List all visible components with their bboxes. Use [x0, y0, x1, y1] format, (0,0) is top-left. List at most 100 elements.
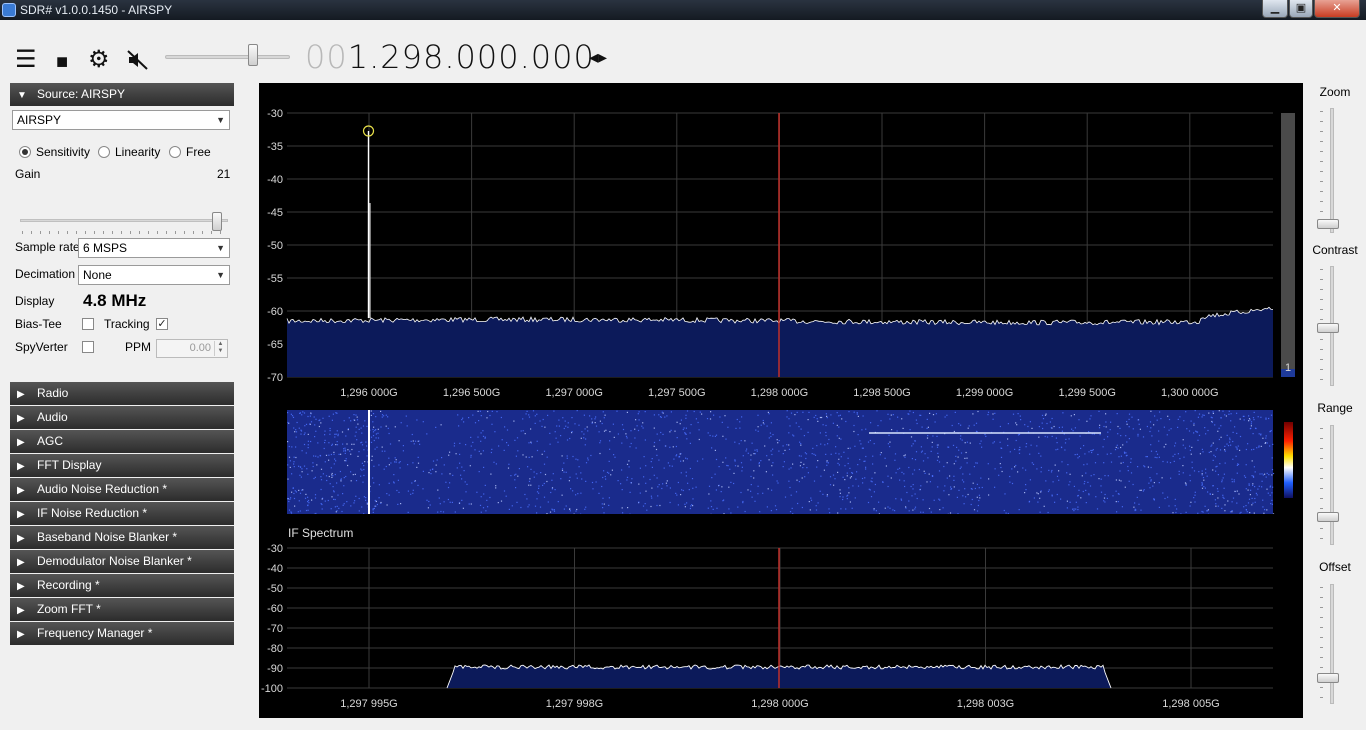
- volume-slider-thumb[interactable]: [248, 44, 258, 66]
- waterfall-noise-dot: [814, 454, 817, 456]
- waterfall-noise-dot: [500, 416, 502, 419]
- waterfall-noise-dot: [1007, 423, 1009, 425]
- waterfall-noise-dot: [1051, 417, 1053, 420]
- minimize-button[interactable]: ▁: [1262, 0, 1288, 18]
- section-header-baseband-noise-blanker[interactable]: ▶ Baseband Noise Blanker *: [10, 526, 234, 549]
- gear-icon[interactable]: ⚙: [88, 48, 110, 72]
- waterfall-noise-dot: [772, 474, 774, 476]
- frequency-step-arrows[interactable]: ◂▸: [589, 47, 607, 68]
- waterfall-noise-dot: [328, 415, 330, 417]
- waterfall-noise-dot: [829, 476, 832, 478]
- waterfall-noise-dot: [825, 413, 827, 415]
- waterfall-noise-dot: [547, 501, 549, 503]
- speaker-mute-icon[interactable]: [126, 48, 150, 77]
- tracking-checkbox[interactable]: ✓: [156, 318, 168, 330]
- frequency-leading-digits[interactable]: 00: [305, 38, 348, 76]
- waterfall-noise-dot: [1211, 444, 1213, 446]
- frequency-display[interactable]: 001.298.000.000: [305, 38, 595, 76]
- waterfall-noise-dot: [307, 415, 309, 418]
- offset-slider-track[interactable]: [1330, 584, 1334, 704]
- waterfall-noise-dot: [653, 445, 655, 447]
- if-spectrum-plot[interactable]: IF Spectrum-30-40-50-60-70-80-90-1001,29…: [259, 518, 1303, 718]
- bias-tee-checkbox[interactable]: [82, 318, 94, 330]
- ppm-spinner[interactable]: ▲ ▼: [214, 341, 226, 356]
- section-header-audio[interactable]: ▶ Audio: [10, 406, 234, 429]
- waterfall-noise-dot: [1174, 445, 1176, 447]
- sample-rate-select[interactable]: 6 MSPS ▼: [78, 238, 230, 258]
- section-header-recording[interactable]: ▶ Recording *: [10, 574, 234, 597]
- close-button[interactable]: ✕: [1314, 0, 1360, 18]
- contrast-slider-thumb[interactable]: [1317, 323, 1339, 333]
- waterfall-noise-dot: [1162, 492, 1164, 494]
- waterfall-noise-dot: [1130, 472, 1133, 474]
- volume-slider-track[interactable]: [165, 55, 290, 59]
- mode-radio-free[interactable]: [169, 146, 181, 158]
- waterfall-noise-dot: [673, 458, 675, 460]
- ppm-input[interactable]: 0.00 ▲ ▼: [156, 339, 228, 358]
- main-spectrum-plot[interactable]: -30-35-40-45-50-55-60-65-701,296 000G 1,2…: [259, 83, 1303, 407]
- section-header-frequency-manager[interactable]: ▶ Frequency Manager *: [10, 622, 234, 645]
- maximize-button[interactable]: ▣: [1289, 0, 1313, 18]
- waterfall-noise-dot: [1149, 487, 1151, 489]
- zoom-slider-track[interactable]: [1330, 108, 1334, 233]
- section-header-demodulator-noise-blanker[interactable]: ▶ Demodulator Noise Blanker *: [10, 550, 234, 573]
- section-header-zoom-fft[interactable]: ▶ Zoom FFT *: [10, 598, 234, 621]
- device-select[interactable]: AIRSPY ▼: [12, 110, 230, 130]
- section-header-fft-display[interactable]: ▶ FFT Display: [10, 454, 234, 477]
- waterfall-noise-dot: [570, 488, 572, 490]
- waterfall-noise-dot: [658, 459, 660, 461]
- section-header-if-noise-reduction[interactable]: ▶ IF Noise Reduction *: [10, 502, 234, 525]
- waterfall-noise-dot: [398, 440, 400, 442]
- collapsed-arrow-icon: ▶: [17, 389, 25, 400]
- waterfall-noise-dot: [533, 471, 535, 473]
- waterfall-noise-dot: [976, 510, 979, 512]
- frequency-digits[interactable]: 1.298.000.000: [348, 38, 595, 76]
- waterfall-noise-dot: [296, 421, 298, 424]
- waterfall-noise-dot: [317, 442, 319, 444]
- waterfall-noise-dot: [903, 473, 905, 475]
- waterfall-noise-dot: [683, 427, 685, 429]
- waterfall-noise-dot: [630, 442, 632, 445]
- waterfall-noise-dot: [1001, 447, 1003, 449]
- gain-slider-thumb[interactable]: [212, 212, 222, 231]
- mode-radio-linearity[interactable]: [98, 146, 110, 158]
- offset-slider-thumb[interactable]: [1317, 673, 1339, 683]
- source-section-header[interactable]: ▼ Source: AIRSPY: [10, 83, 234, 106]
- waterfall-noise-dot: [1272, 472, 1275, 475]
- waterfall-noise-dot: [865, 466, 867, 468]
- waterfall-noise-dot: [680, 494, 682, 496]
- waterfall-display[interactable]: [259, 410, 1303, 514]
- hamburger-menu-icon[interactable]: ☰: [15, 48, 37, 72]
- waterfall-noise-dot: [332, 475, 334, 477]
- waterfall-noise-dot: [530, 428, 532, 430]
- section-header-radio[interactable]: ▶ Radio: [10, 382, 234, 405]
- waterfall-noise-dot: [417, 456, 419, 458]
- section-header-audio-noise-reduction[interactable]: ▶ Audio Noise Reduction *: [10, 478, 234, 501]
- waterfall-noise-dot: [394, 461, 396, 463]
- waterfall-noise-dot: [1027, 425, 1029, 428]
- decimation-select[interactable]: None ▼: [78, 265, 230, 285]
- gain-slider-track[interactable]: [20, 219, 228, 222]
- mode-radio-sensitivity[interactable]: [19, 146, 31, 158]
- section-header-agc[interactable]: ▶ AGC: [10, 430, 234, 453]
- waterfall-noise-dot: [1208, 412, 1210, 414]
- waterfall-noise-dot: [646, 509, 648, 511]
- zoom-slider-thumb[interactable]: [1317, 219, 1339, 229]
- waterfall-noise-dot: [1147, 466, 1149, 468]
- sample-rate-value: 6 MSPS: [83, 241, 128, 255]
- waterfall-noise-dot: [734, 441, 736, 443]
- stop-icon[interactable]: ■: [56, 50, 68, 74]
- range-slider-track[interactable]: [1330, 425, 1334, 545]
- waterfall-noise-dot: [819, 490, 821, 492]
- waterfall-noise-dot: [923, 470, 925, 472]
- waterfall-noise-dot: [1104, 475, 1106, 477]
- waterfall-noise-dot: [845, 420, 847, 423]
- waterfall-noise-dot: [370, 441, 373, 443]
- spyverter-checkbox[interactable]: [82, 341, 94, 353]
- waterfall-noise-dot: [599, 452, 601, 455]
- waterfall-noise-dot: [1264, 473, 1266, 475]
- range-slider-thumb[interactable]: [1317, 512, 1339, 522]
- waterfall-noise-dot: [669, 501, 671, 504]
- waterfall-noise-dot: [953, 479, 955, 481]
- waterfall-noise-dot: [937, 456, 939, 458]
